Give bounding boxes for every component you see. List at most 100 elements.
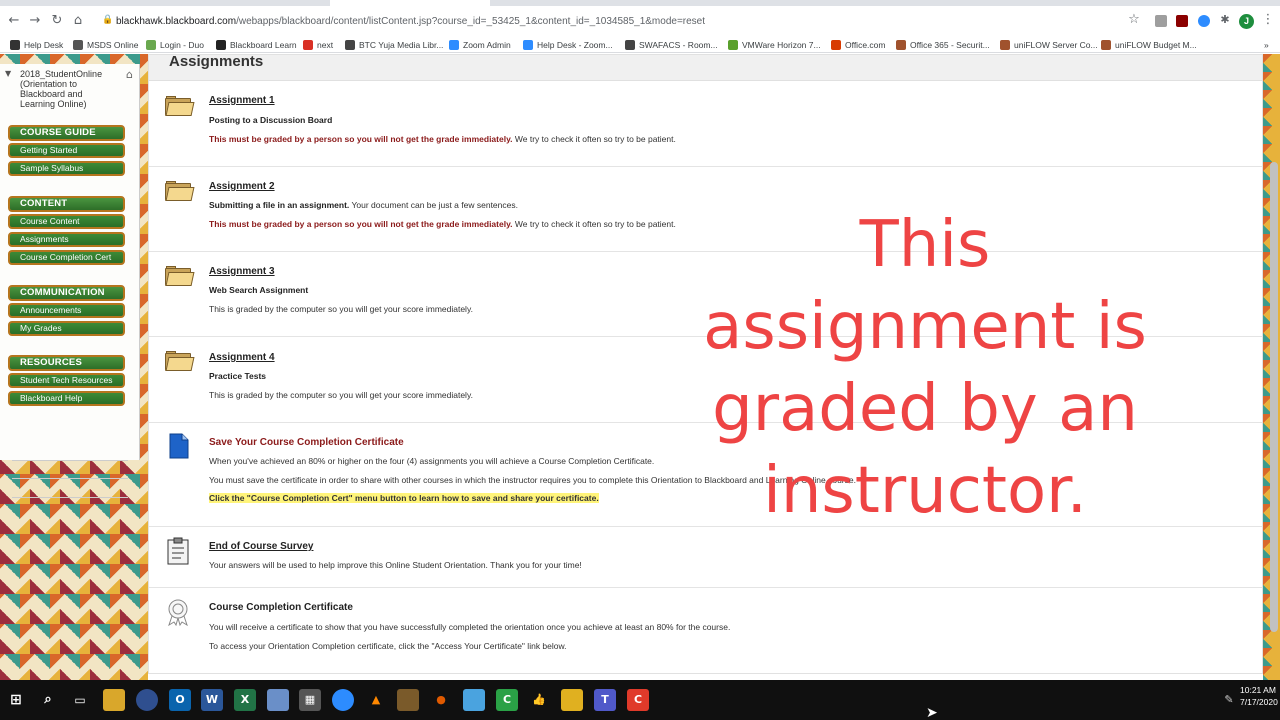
search-icon[interactable]: ⌕ xyxy=(37,689,59,711)
more-menu-icon[interactable]: ⋮ xyxy=(1261,13,1275,27)
outlook-icon[interactable]: O xyxy=(169,689,191,711)
menu-item[interactable]: Student Tech Resources xyxy=(8,373,125,388)
item-title[interactable]: End of Course Survey xyxy=(209,541,313,552)
bookmark-favicon-icon xyxy=(896,39,906,50)
app-icon[interactable] xyxy=(397,689,419,711)
item-note: This is graded by the computer so you wi… xyxy=(209,390,473,400)
menu-item[interactable]: Getting Started xyxy=(8,143,125,158)
bookmark-label: Zoom Admin xyxy=(463,39,511,50)
arrow-left-icon[interactable]: ← xyxy=(7,14,21,28)
vlc-icon[interactable]: ▲ xyxy=(365,689,387,711)
firefox-icon[interactable]: ● xyxy=(430,689,452,711)
item-highlight: Click the "Course Completion Cert" menu … xyxy=(209,493,599,503)
chrome-icon[interactable] xyxy=(136,689,158,711)
home-icon[interactable]: ⌂ xyxy=(71,14,85,28)
file-explorer-icon[interactable] xyxy=(103,689,125,711)
folder-icon xyxy=(165,96,195,116)
bookmark-item[interactable]: Blackboard Learn xyxy=(216,38,297,51)
menu-heading[interactable]: RESOURCES xyxy=(8,355,125,371)
zoom-icon[interactable] xyxy=(332,689,354,711)
reload-icon[interactable]: ↻ xyxy=(50,14,64,28)
word-icon[interactable]: W xyxy=(201,689,223,711)
item-title[interactable]: Assignment 1 xyxy=(209,95,275,106)
menu-item[interactable]: Announcements xyxy=(8,303,125,318)
item-title[interactable]: Save Your Course Completion Certificate xyxy=(209,437,404,448)
teams-icon[interactable]: T xyxy=(594,689,616,711)
pen-icon[interactable]: ✎ xyxy=(1218,689,1240,711)
collapse-caret-icon[interactable]: ▼ xyxy=(5,69,11,78)
sticky-notes-icon[interactable] xyxy=(561,689,583,711)
bookmark-item[interactable]: VMWare Horizon 7... xyxy=(728,38,821,51)
bookmark-favicon-icon xyxy=(73,39,83,50)
bookmark-item[interactable]: next xyxy=(303,38,333,51)
scrollbar[interactable] xyxy=(1270,162,1278,632)
caption-overlay: This assignment is graded by an instruct… xyxy=(690,204,1160,532)
bookmark-item[interactable]: uniFLOW Budget M... xyxy=(1101,38,1197,51)
bookmark-item[interactable]: Zoom Admin xyxy=(449,38,511,51)
menu-item[interactable]: Course Content xyxy=(8,214,125,229)
more-bookmarks-icon[interactable]: » xyxy=(1264,38,1269,51)
menu-item[interactable]: Assignments xyxy=(8,232,125,247)
bookmark-label: Help Desk xyxy=(24,39,64,50)
menu-item[interactable]: My Grades xyxy=(8,321,125,336)
bookmark-item[interactable]: BTC Yuja Media Libr... xyxy=(345,38,443,51)
task-view-icon[interactable]: ▭ xyxy=(69,689,91,711)
menu-item[interactable]: Course Completion Cert xyxy=(8,250,125,265)
bookmark-label: VMWare Horizon 7... xyxy=(742,39,821,50)
bookmark-favicon-icon xyxy=(303,39,313,50)
menu-item[interactable]: Blackboard Help xyxy=(8,391,125,406)
home-icon[interactable]: ⌂ xyxy=(126,68,133,81)
app-icon[interactable]: C xyxy=(627,689,649,711)
app-icon[interactable] xyxy=(463,689,485,711)
bookmark-item[interactable]: MSDS Online xyxy=(73,38,139,51)
bookmark-favicon-icon xyxy=(345,39,355,50)
folder-icon xyxy=(165,266,195,286)
bookmark-item[interactable]: Login - Duo xyxy=(146,38,204,51)
item-title[interactable]: Assignment 4 xyxy=(209,352,275,363)
app-icon[interactable] xyxy=(267,689,289,711)
bookmark-item[interactable]: Help Desk - Zoom... xyxy=(523,38,613,51)
star-icon[interactable]: ☆ xyxy=(1127,13,1141,27)
bookmark-favicon-icon xyxy=(728,39,738,50)
url-text[interactable]: blackhawk.blackboard.com/webapps/blackbo… xyxy=(116,16,705,27)
profile-avatar[interactable]: J xyxy=(1239,14,1254,29)
bookmark-favicon-icon xyxy=(216,39,226,50)
zoom-icon[interactable] xyxy=(1198,15,1210,27)
bookmark-item[interactable]: Office.com xyxy=(831,38,885,51)
menu-heading[interactable]: COMMUNICATION xyxy=(8,285,125,301)
caption-line: graded by an xyxy=(712,372,1138,446)
item-note: This is graded by the computer so you wi… xyxy=(209,304,473,314)
bookmark-item[interactable]: uniFLOW Server Co... xyxy=(1000,38,1098,51)
bookmark-favicon-icon xyxy=(10,39,20,50)
bookmark-favicon-icon xyxy=(1101,39,1111,50)
arrow-right-icon[interactable]: → xyxy=(28,14,42,28)
bookmark-label: Office.com xyxy=(845,39,886,50)
menu-heading[interactable]: CONTENT xyxy=(8,196,125,212)
bookmark-favicon-icon xyxy=(449,39,459,50)
extension-icon[interactable] xyxy=(1155,15,1167,27)
thumbs-up-icon[interactable]: 👍 xyxy=(528,689,550,711)
browser-toolbar: ← → ↻ ⌂ 🔒 blackhawk.blackboard.com/webap… xyxy=(0,6,1280,36)
bookmark-label: Login - Duo xyxy=(160,39,204,50)
address-bar[interactable]: 🔒 blackhawk.blackboard.com/webapps/black… xyxy=(94,11,1146,32)
bookmark-label: uniFLOW Budget M... xyxy=(1115,39,1197,50)
camtasia-icon[interactable]: C xyxy=(496,689,518,711)
menu-item[interactable]: Sample Syllabus xyxy=(8,161,125,176)
calculator-icon[interactable]: ▦ xyxy=(299,689,321,711)
bookmark-favicon-icon xyxy=(1000,39,1010,50)
system-clock[interactable]: 10:21 AM 7/17/2020 xyxy=(1240,684,1278,708)
item-title[interactable]: Assignment 3 xyxy=(209,266,275,277)
excel-icon[interactable]: X xyxy=(234,689,256,711)
folder-icon xyxy=(165,351,195,371)
item-title[interactable]: Assignment 2 xyxy=(209,181,275,192)
bookmark-item[interactable]: Office 365 - Securit... xyxy=(896,38,990,51)
menu-heading[interactable]: COURSE GUIDE xyxy=(8,125,125,141)
bookmark-label: Blackboard Learn xyxy=(230,39,297,50)
windows-start-icon[interactable]: ⊞ xyxy=(5,689,27,711)
bookmark-item[interactable]: Help Desk xyxy=(10,38,63,51)
item-subtitle: Practice Tests xyxy=(209,371,267,381)
bookmark-item[interactable]: SWAFACS - Room... xyxy=(625,38,718,51)
adobe-icon[interactable] xyxy=(1176,15,1188,27)
course-title[interactable]: 2018_StudentOnline (Orientation to Black… xyxy=(20,69,116,109)
puzzle-icon[interactable]: ✱ xyxy=(1218,13,1232,27)
